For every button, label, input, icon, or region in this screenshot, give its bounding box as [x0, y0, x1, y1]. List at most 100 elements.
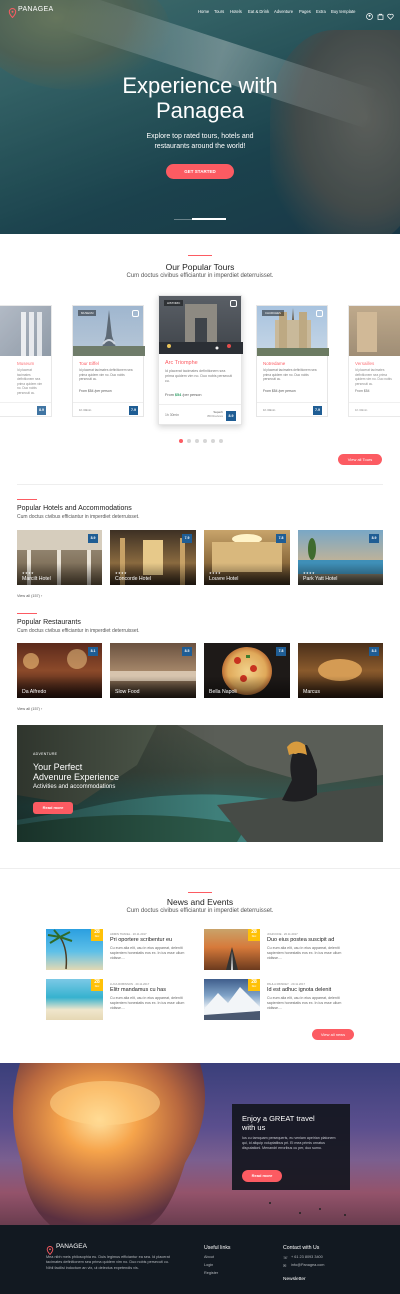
- hotel-score: 8.9: [369, 534, 379, 543]
- tour-card[interactable]: MUSEUM Tour Eiffel Id placerat tacimates…: [72, 305, 145, 417]
- tour-name[interactable]: Notredame: [263, 361, 285, 366]
- news-meta: JOHN DOE · 20.11.2017: [267, 932, 298, 936]
- restaurant-card[interactable]: 8.1 Da Alfredo: [17, 643, 102, 698]
- tour-name[interactable]: Arc Triomphe: [165, 360, 198, 366]
- carousel-dot[interactable]: [211, 439, 215, 443]
- lantern-read-more-button[interactable]: Read more: [242, 1170, 282, 1182]
- lantern-title-line2: with us: [242, 1123, 266, 1132]
- tour-name[interactable]: Museum: [17, 361, 34, 366]
- hero-slider-progress[interactable]: [192, 218, 226, 220]
- news-item-title[interactable]: Elitr mandamus cu has: [110, 987, 166, 993]
- logo-pin-icon[interactable]: [8, 5, 17, 19]
- news-image[interactable]: 28 Dec: [46, 929, 103, 970]
- tour-description: Id placerat tacimates definitionem sea p…: [263, 368, 317, 381]
- footer-link-login[interactable]: Login: [204, 1263, 213, 1267]
- hotels-divider: [17, 499, 37, 500]
- footer: PANAGEA Mea nibh meis philosophia eu. Du…: [0, 1225, 400, 1294]
- lantern-text: Ius cu tamquam persequeris, eu veniam ap…: [242, 1136, 336, 1150]
- tour-name[interactable]: Versailles: [355, 361, 374, 366]
- nav-tours[interactable]: Tours: [214, 9, 224, 14]
- nav-home[interactable]: Home: [198, 9, 209, 14]
- tour-card[interactable]: Versailles Id placerat tacimates definit…: [348, 305, 400, 417]
- adventure-title-line1: Your Perfect: [33, 762, 83, 772]
- tour-card[interactable]: Museum Id placerat tacimates definitione…: [0, 305, 52, 417]
- restaurants-view-all-link[interactable]: View all (157) ›: [17, 707, 42, 711]
- restaurant-card[interactable]: 8.3 Marcus: [298, 643, 383, 698]
- hero-section: PANAGEA Home Tours Hotels Eat & Drink Ad…: [0, 0, 400, 234]
- restaurant-card[interactable]: 7.8 Bella Napoli: [204, 643, 290, 698]
- view-all-tours-button[interactable]: View all Tours: [338, 454, 382, 465]
- restaurant-card[interactable]: 8.5 Slow Food: [110, 643, 196, 698]
- tour-card[interactable]: CHURCHES Notredame Id placerat tacimates…: [256, 305, 329, 417]
- carousel-dot[interactable]: [203, 439, 207, 443]
- footer-link-register[interactable]: Register: [204, 1271, 218, 1275]
- user-icon[interactable]: [366, 7, 373, 20]
- hotel-card[interactable]: 8.9 ★★★★ Park Yatt Hotel: [298, 530, 383, 585]
- news-image[interactable]: 28 Dec: [204, 929, 260, 970]
- footer-link-about[interactable]: About: [204, 1255, 214, 1259]
- news-date: 28 Dec: [248, 979, 260, 991]
- wishlist-heart-icon[interactable]: [132, 310, 139, 317]
- carousel-dot[interactable]: [187, 439, 191, 443]
- wishlist-heart-icon[interactable]: [316, 310, 323, 317]
- hotels-view-all-link[interactable]: View all (157) ›: [17, 594, 42, 598]
- carousel-dot[interactable]: [219, 439, 223, 443]
- news-item-title[interactable]: Pri oportere scribentur eu: [110, 937, 172, 943]
- news-excerpt: Cu eum alia elit, usu in eius appareat, …: [110, 996, 185, 1010]
- tour-divider: [0, 402, 51, 403]
- footer-phone[interactable]: + 61 23 8093 3400: [291, 1255, 323, 1259]
- adventure-tag: ADVENTURE: [33, 752, 58, 756]
- tour-price: From $54 /per person: [165, 393, 202, 397]
- nav-pages[interactable]: Pages: [299, 9, 311, 14]
- news-subtitle: Cum doctus civibus efficiantur in imperd…: [126, 908, 274, 914]
- footer-email[interactable]: info@Panagea.com: [291, 1263, 324, 1267]
- hotel-card[interactable]: 8.9 ★★★★ Marcilt Hotel: [17, 530, 102, 585]
- adventure-subtitle: Activities and accommodations: [33, 784, 116, 790]
- contact-title: Contact with Us: [283, 1245, 320, 1251]
- lantern-title-line1: Enjoy a GREAT travel: [242, 1114, 315, 1123]
- tour-divider: [257, 402, 327, 403]
- footer-logo-pin-icon[interactable]: [46, 1242, 54, 1256]
- footer-brand-name[interactable]: PANAGEA: [56, 1243, 87, 1250]
- tour-card-featured[interactable]: HISTORIC Arc Triomphe Id placerat tacima…: [158, 295, 243, 425]
- restaurants-title: Popular Restaurants: [17, 619, 81, 626]
- phone-icon: ☏: [283, 1256, 288, 1260]
- adventure-read-more-button[interactable]: Read more: [33, 802, 73, 814]
- nav-extra[interactable]: Extra: [316, 9, 326, 14]
- news-image[interactable]: 28 Dec: [46, 979, 103, 1020]
- tour-category: MUSEUM: [78, 310, 97, 316]
- cart-icon[interactable]: [377, 7, 384, 20]
- news-divider: [188, 892, 212, 893]
- carousel-dot[interactable]: [195, 439, 199, 443]
- news-item-title[interactable]: Id est adhuc ignota delenit: [267, 987, 331, 993]
- section-separator: [0, 868, 400, 869]
- news-date: 28 Dec: [91, 929, 103, 941]
- nav-adventure[interactable]: Adventure: [274, 9, 293, 14]
- news-meta: LUCA ROBINSON · 20.11.2017: [110, 982, 150, 986]
- wishlist-heart-icon[interactable]: [230, 300, 237, 307]
- news-image[interactable]: 28 Dec: [204, 979, 260, 1020]
- hotel-card[interactable]: 7.9 ★★★★ Concorde Hotel: [110, 530, 196, 585]
- tour-reviews: 350 Reviews: [206, 414, 223, 418]
- tour-score: 8.9: [226, 411, 236, 421]
- hotel-card[interactable]: 7.8 ★★★★ Louvre Hotel: [204, 530, 290, 585]
- news-item-title[interactable]: Duo eius postea suscipit ad: [267, 937, 334, 943]
- tour-divider: [159, 404, 241, 405]
- view-all-news-button[interactable]: View all news: [312, 1029, 354, 1040]
- brand-name[interactable]: PANAGEA: [18, 6, 53, 13]
- hero-subtitle-line1: Explore top rated tours, hotels and: [146, 133, 254, 140]
- heart-icon[interactable]: [387, 7, 394, 20]
- tours-title: Our Popular Tours: [165, 262, 235, 272]
- news-excerpt: Cu eum alia elit, usu in eius appareat, …: [267, 996, 342, 1010]
- nav-buy-template[interactable]: Buy template: [331, 9, 355, 14]
- carousel-dot-active[interactable]: [179, 439, 183, 443]
- nav-hotels[interactable]: Hotels: [230, 9, 242, 14]
- hotel-stars: ★★★★: [303, 571, 315, 575]
- tour-description: Id placerat tacimates definitionem sea p…: [17, 368, 43, 395]
- tours-divider: [188, 255, 212, 256]
- tour-name[interactable]: Tour Eiffel: [79, 361, 99, 366]
- news-date: 28 Dec: [248, 929, 260, 941]
- nav-eat-drink[interactable]: Eat & Drink: [248, 9, 269, 14]
- news-excerpt: Cu eum alia elit, usu in eius appareat, …: [267, 946, 342, 960]
- get-started-button[interactable]: GET STARTED: [166, 164, 234, 179]
